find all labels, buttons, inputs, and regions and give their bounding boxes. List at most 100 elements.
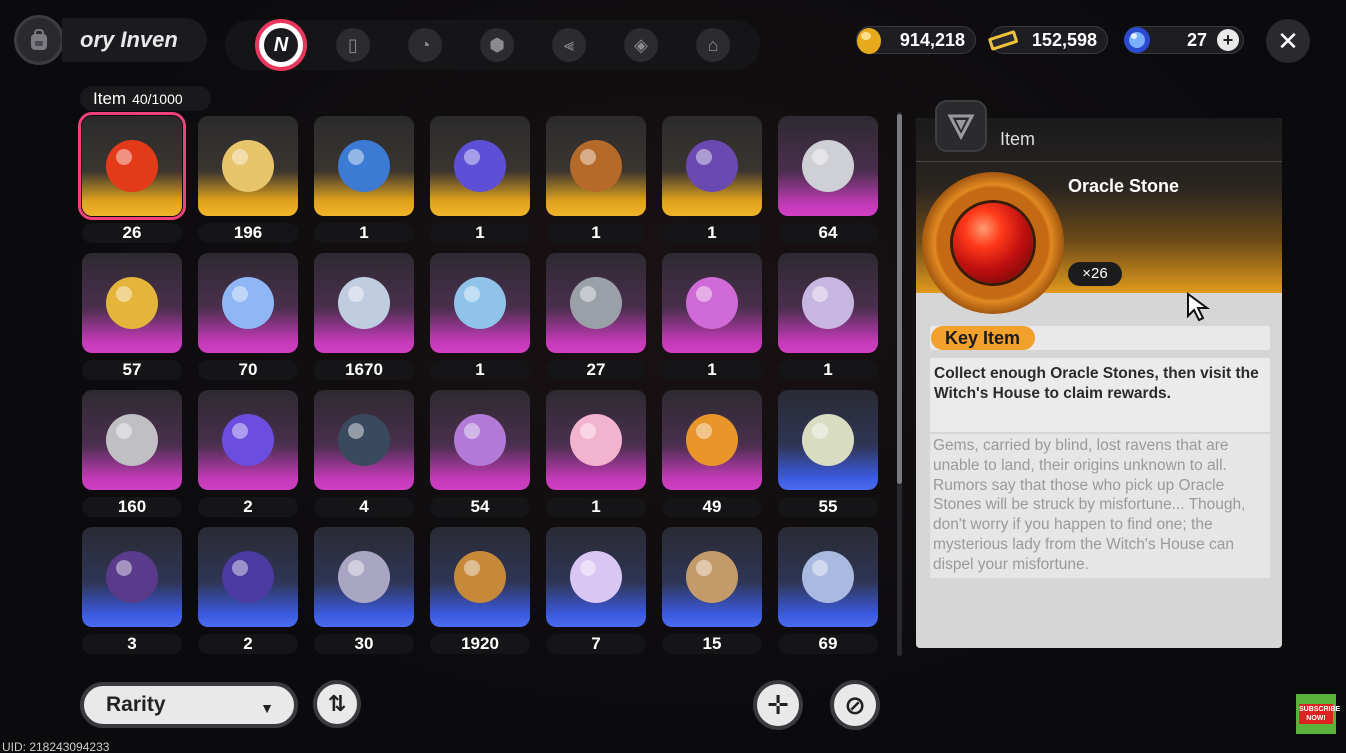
item-slot[interactable]	[662, 390, 762, 490]
item-quantity: 4	[314, 497, 414, 517]
water-bottle-icon	[430, 253, 530, 353]
tab-food[interactable]: ⫷	[541, 20, 597, 70]
item-slot[interactable]	[82, 253, 182, 353]
item-quantity: 1920	[430, 634, 530, 654]
envelope-icon	[662, 116, 762, 216]
cube-icon: ⬢	[480, 28, 514, 62]
currency-coin[interactable]: 914,218	[856, 26, 976, 54]
item-quantity: 69	[778, 634, 878, 654]
discard-button[interactable]: ⊘	[830, 680, 880, 730]
disc-book-icon: ◔	[408, 28, 442, 62]
item-quantity: 1	[662, 223, 762, 243]
no-entry-icon: ⊘	[844, 689, 866, 720]
item-slot[interactable]	[314, 390, 414, 490]
item-quantity: 2	[198, 634, 298, 654]
item-quantity: 2	[198, 497, 298, 517]
item-name: Oracle Stone	[1068, 176, 1180, 196]
close-icon: ✕	[1277, 25, 1299, 56]
item-slot[interactable]	[314, 527, 414, 627]
item-quantity: 57	[82, 360, 182, 380]
item-slot[interactable]	[778, 390, 878, 490]
item-owned-count: ×26	[1068, 262, 1122, 286]
item-quantity: 26	[82, 223, 182, 243]
item-quantity: 1	[546, 223, 646, 243]
tab-gifts[interactable]: ◈	[613, 20, 669, 70]
item-slot[interactable]	[198, 527, 298, 627]
item-slot[interactable]	[778, 253, 878, 353]
tab-records[interactable]: ◔	[397, 20, 453, 70]
item-count-badge: Item 40/1000	[80, 86, 211, 111]
n-logo-icon: N	[264, 28, 298, 62]
oracle-stone-icon	[82, 116, 182, 216]
sort-dropdown[interactable]: Rarity ▼	[80, 682, 298, 728]
item-slot[interactable]	[198, 390, 298, 490]
item-slot[interactable]	[778, 527, 878, 627]
item-slot[interactable]	[82, 527, 182, 627]
item-slot[interactable]	[430, 116, 530, 216]
item-quantity: 1	[430, 223, 530, 243]
item-quantity: 1670	[314, 360, 414, 380]
sort-label: Rarity	[106, 693, 166, 716]
item-slot[interactable]	[430, 390, 530, 490]
item-slot[interactable]	[78, 112, 186, 220]
glitch-scroll-icon	[778, 253, 878, 353]
item-quantity: 54	[430, 497, 530, 517]
item-slot[interactable]	[82, 390, 182, 490]
backpack-icon[interactable]	[14, 15, 64, 65]
oracle-stone-icon	[922, 172, 1064, 314]
item-slot[interactable]	[662, 253, 762, 353]
item-slot[interactable]	[546, 390, 646, 490]
tab-home[interactable]: ⌂	[685, 20, 741, 70]
scrollbar-thumb[interactable]	[897, 114, 902, 484]
bronze-coin-icon	[430, 527, 530, 627]
tab-materials[interactable]: ⬢	[469, 20, 525, 70]
item-slot[interactable]	[662, 116, 762, 216]
item-quantity: 30	[314, 634, 414, 654]
item-slot[interactable]	[314, 116, 414, 216]
item-slot[interactable]	[546, 253, 646, 353]
subscribe-button[interactable]: SUBSCRIBE NOW!	[1296, 694, 1341, 734]
sort-order-button[interactable]: ⇅	[313, 680, 361, 728]
ice-flask-icon	[314, 253, 414, 353]
fork-knife-icon: ⫷	[552, 28, 586, 62]
item-slot[interactable]	[198, 253, 298, 353]
item-quantity: 64	[778, 223, 878, 243]
key-item-tag: Key Item	[931, 326, 1035, 350]
add-icon[interactable]: +	[1217, 29, 1239, 51]
grid-scrollbar[interactable]	[897, 112, 902, 656]
ticket-value: 152,598	[1031, 29, 1097, 50]
silver-coin-icon	[82, 390, 182, 490]
item-slot[interactable]	[430, 527, 530, 627]
item-quantity: 55	[778, 497, 878, 517]
item-quantity: 3	[82, 634, 182, 654]
paint-bucket-icon	[662, 253, 762, 353]
thread-spool-icon	[314, 116, 414, 216]
page-title: ory Inven	[62, 18, 207, 62]
currency-ticket[interactable]: 152,598	[988, 26, 1108, 54]
energy-can-icon	[198, 390, 298, 490]
user-id: UID: 218243094233	[2, 740, 110, 753]
close-button[interactable]: ✕	[1266, 19, 1310, 63]
item-slot[interactable]	[778, 116, 878, 216]
item-quantity: 15	[662, 634, 762, 654]
tab-gadget[interactable]: ▯	[325, 20, 381, 70]
item-quantity: 70	[198, 360, 298, 380]
item-quantity: 196	[198, 223, 298, 243]
expand-button[interactable]: ✛	[753, 680, 803, 730]
item-slot[interactable]	[314, 253, 414, 353]
item-lore: Gems, carried by blind, lost ravens that…	[930, 434, 1270, 578]
item-slot[interactable]	[198, 116, 298, 216]
bubble-fish-icon	[546, 527, 646, 627]
ticket-icon	[985, 22, 1021, 58]
item-slot[interactable]	[546, 116, 646, 216]
subscribe-label: SUBSCRIBE NOW!	[1299, 704, 1341, 724]
key-item-row: Key Item	[930, 326, 1270, 350]
circuit-card-icon	[778, 390, 878, 490]
currency-orb[interactable]: 27 +	[1124, 26, 1244, 54]
tab-all[interactable]: N	[253, 19, 309, 71]
item-slot[interactable]	[546, 527, 646, 627]
lens-tube-icon	[198, 527, 298, 627]
item-slot[interactable]	[662, 527, 762, 627]
item-slot[interactable]	[430, 253, 530, 353]
item-description: Collect enough Oracle Stones, then visit…	[930, 358, 1270, 432]
